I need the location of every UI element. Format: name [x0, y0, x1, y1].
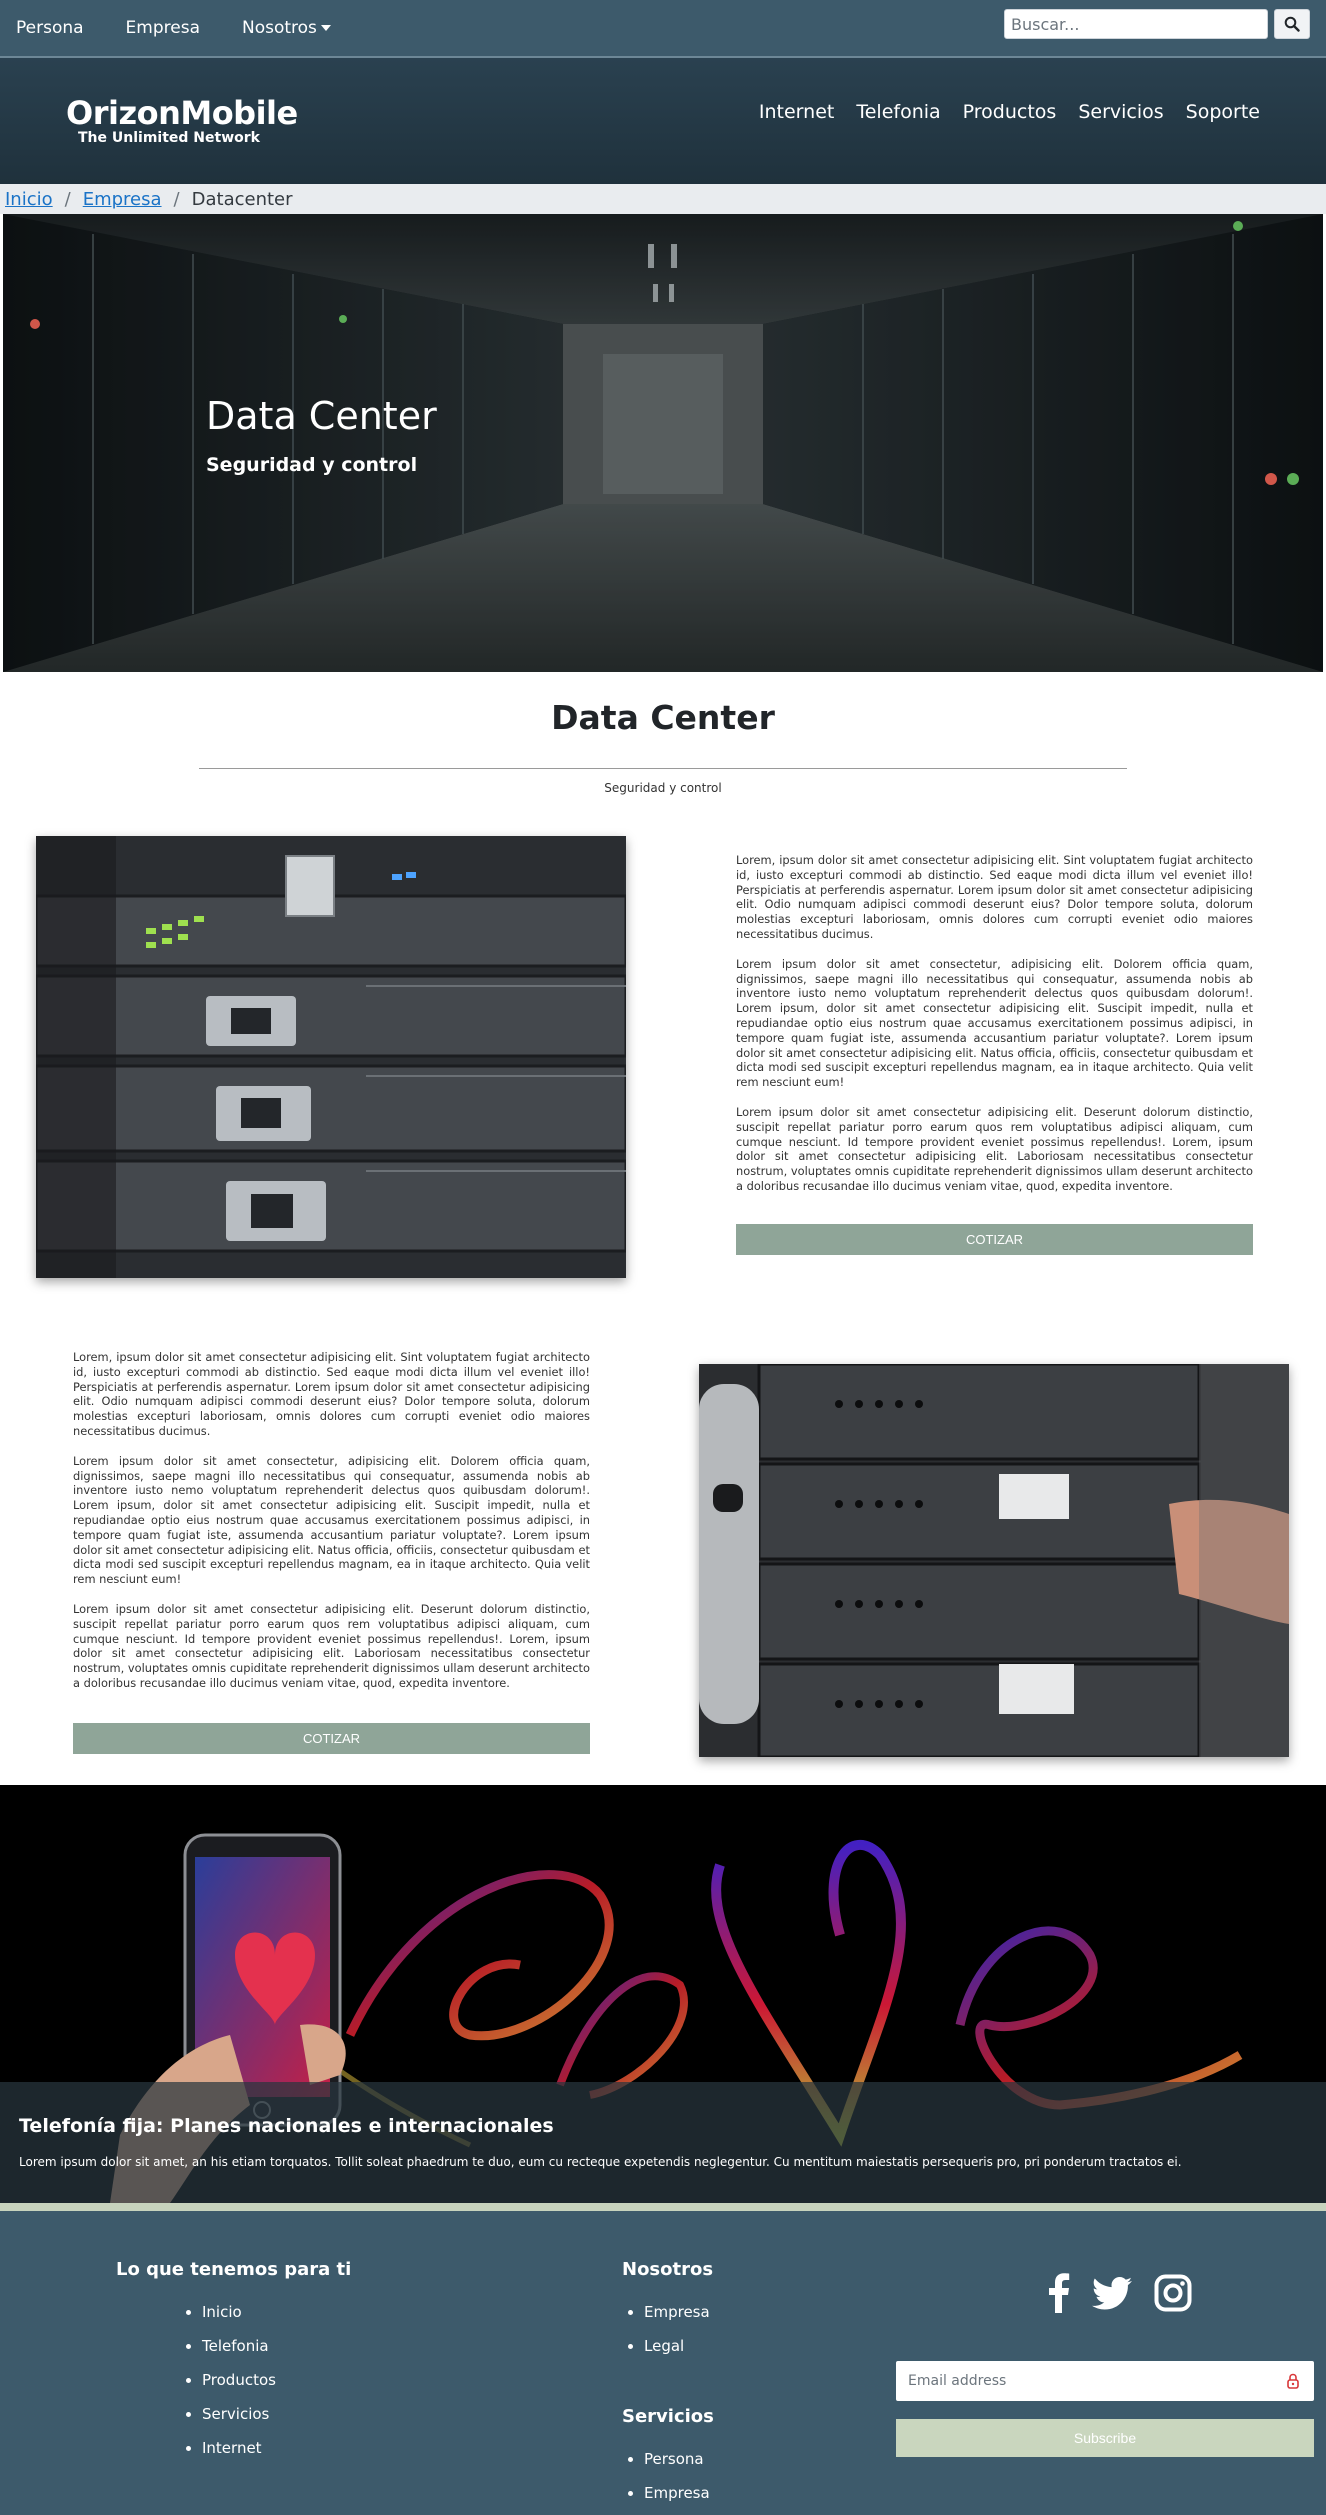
- footer-list-item: Internet: [202, 2439, 276, 2457]
- nav-servicios[interactable]: Servicios: [1078, 101, 1163, 123]
- feature-text-2: Lorem, ipsum dolor sit amet consectetur …: [73, 1350, 590, 1706]
- footer-list-item: Telefonia: [202, 2337, 276, 2355]
- cotizar-button[interactable]: COTIZAR: [73, 1723, 590, 1754]
- main-nav: Internet Telefonia Productos Servicios S…: [737, 101, 1260, 123]
- footer-divider: [0, 2203, 1326, 2211]
- brand-tagline: The Unlimited Network: [78, 130, 260, 146]
- footer-link-legal[interactable]: Legal: [644, 2337, 684, 2355]
- footer-col-title: Servicios: [622, 2406, 714, 2427]
- footer-list-item: Productos: [202, 2371, 276, 2389]
- promo-title: Telefonía fija: Planes nacionales e inte…: [19, 2115, 554, 2137]
- breadcrumb-empresa[interactable]: Empresa: [83, 189, 162, 210]
- lock-icon: [1287, 2373, 1299, 2389]
- top-link-empresa[interactable]: Empresa: [126, 18, 200, 38]
- promo-caption: Telefonía fija: Planes nacionales e inte…: [0, 2082, 1326, 2203]
- footer-list-item: Persona: [644, 2450, 710, 2468]
- nav-telefonia[interactable]: Telefonia: [856, 101, 940, 123]
- section-divider: [199, 768, 1127, 769]
- nav-soporte[interactable]: Soporte: [1186, 101, 1260, 123]
- breadcrumb: Inicio / Empresa / Datacenter: [0, 184, 1326, 214]
- brand-logo[interactable]: OrizonMobile The Unlimited Network: [66, 94, 298, 146]
- footer-link-empresa[interactable]: Empresa: [644, 2303, 710, 2321]
- breadcrumb-separator: /: [64, 188, 71, 210]
- nav-productos[interactable]: Productos: [963, 101, 1057, 123]
- feature-paragraph: Lorem ipsum dolor sit amet consectetur, …: [73, 1453, 590, 1587]
- server-rack-image: [36, 836, 626, 1278]
- breadcrumb-inicio[interactable]: Inicio: [5, 189, 53, 210]
- top-dropdown-nosotros-label: Nosotros: [242, 18, 317, 38]
- top-link-persona[interactable]: Persona: [16, 18, 84, 38]
- search-input[interactable]: [1004, 9, 1268, 39]
- feature-paragraph: Lorem ipsum dolor sit amet consectetur a…: [736, 1104, 1253, 1193]
- facebook-icon[interactable]: [1048, 2273, 1070, 2317]
- footer-link-telefonia[interactable]: Telefonia: [202, 2337, 269, 2355]
- footer-link-empresa[interactable]: Empresa: [644, 2484, 710, 2502]
- feature-text-1: Lorem, ipsum dolor sit amet consectetur …: [736, 853, 1253, 1209]
- social-links: [1048, 2273, 1192, 2317]
- footer-link-persona[interactable]: Persona: [644, 2450, 704, 2468]
- instagram-icon[interactable]: [1154, 2274, 1192, 2316]
- footer-list-nosotros: Empresa Legal: [644, 2303, 710, 2371]
- hero-banner: Data Center Seguridad y control: [3, 214, 1323, 672]
- hero-title: Data Center: [206, 394, 437, 438]
- section-title: Data Center: [551, 698, 775, 737]
- footer-link-servicios[interactable]: Servicios: [202, 2405, 269, 2423]
- breadcrumb-separator: /: [173, 188, 180, 210]
- subscribe-button[interactable]: Subscribe: [896, 2419, 1314, 2457]
- search-button[interactable]: [1274, 9, 1310, 39]
- site-header: OrizonMobile The Unlimited Network Inter…: [0, 58, 1326, 184]
- email-field[interactable]: [896, 2361, 1314, 2401]
- cotizar-button[interactable]: COTIZAR: [736, 1224, 1253, 1255]
- caret-down-icon: [320, 25, 331, 31]
- hero-subtitle: Seguridad y control: [206, 454, 418, 476]
- section-subtitle: Seguridad y control: [604, 781, 722, 795]
- feature-paragraph: Lorem ipsum dolor sit amet consectetur a…: [73, 1601, 590, 1690]
- footer-list-servicios: Persona Empresa: [644, 2450, 710, 2515]
- top-dropdown-nosotros[interactable]: Nosotros: [242, 18, 331, 38]
- datacenter-corridor-image: [3, 214, 1323, 672]
- nav-internet[interactable]: Internet: [759, 101, 834, 123]
- footer-link-internet[interactable]: Internet: [202, 2439, 262, 2457]
- feature-paragraph: Lorem ipsum dolor sit amet consectetur, …: [736, 956, 1253, 1090]
- server-hands-photo: [699, 1364, 1289, 1757]
- feature-paragraph: Lorem, ipsum dolor sit amet consectetur …: [73, 1350, 590, 1438]
- server-hands-image: [699, 1364, 1289, 1757]
- footer-link-productos[interactable]: Productos: [202, 2371, 276, 2389]
- footer-list-item: Inicio: [202, 2303, 276, 2321]
- brand-name: OrizonMobile: [66, 94, 298, 132]
- top-nav: Persona Empresa Nosotros: [0, 0, 357, 56]
- footer-list-item: Servicios: [202, 2405, 276, 2423]
- promo-text: Lorem ipsum dolor sit amet, an his etiam…: [19, 2155, 1182, 2169]
- footer-col-title: Nosotros: [622, 2259, 714, 2280]
- site-footer: Lo que tenemos para ti Inicio Telefonia …: [0, 2211, 1326, 2515]
- footer-list-item: Legal: [644, 2337, 710, 2355]
- promo-banner: Telefonía fija: Planes nacionales e inte…: [0, 1785, 1326, 2203]
- server-rack-photo: [36, 836, 626, 1278]
- breadcrumb-current: Datacenter: [191, 188, 293, 210]
- footer-list-offers: Inicio Telefonia Productos Servicios Int…: [202, 2303, 276, 2473]
- footer-link-inicio[interactable]: Inicio: [202, 2303, 242, 2321]
- footer-list-item: Empresa: [644, 2303, 710, 2321]
- search-icon: [1284, 16, 1300, 32]
- top-bar: Persona Empresa Nosotros: [0, 0, 1326, 58]
- feature-paragraph: Lorem, ipsum dolor sit amet consectetur …: [736, 853, 1253, 941]
- twitter-icon[interactable]: [1092, 2276, 1132, 2314]
- footer-col-title: Lo que tenemos para ti: [116, 2259, 352, 2280]
- footer-list-item: Empresa: [644, 2484, 710, 2502]
